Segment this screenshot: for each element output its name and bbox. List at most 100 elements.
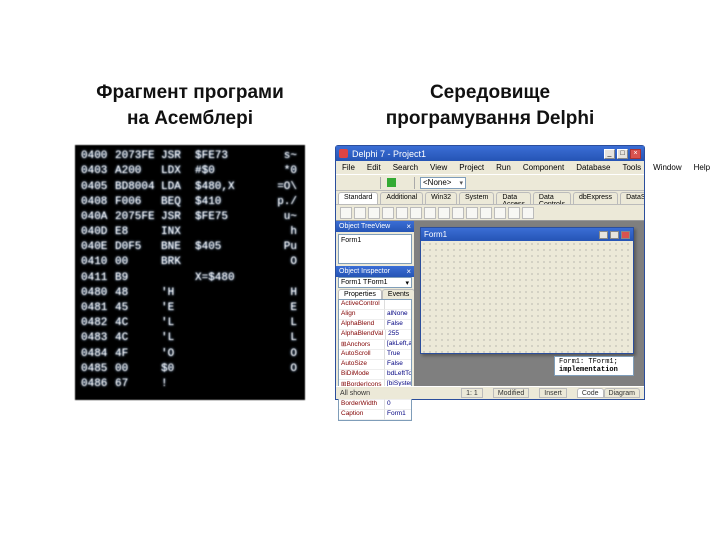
chevron-down-icon: ▾ bbox=[405, 279, 409, 287]
palette-component[interactable] bbox=[424, 207, 436, 219]
view-tab-code[interactable]: Code bbox=[577, 388, 604, 398]
palette-tab-data-access[interactable]: Data Access bbox=[496, 192, 531, 204]
menu-help[interactable]: Help bbox=[692, 162, 712, 173]
form-titlebar[interactable]: Form1 bbox=[421, 228, 633, 241]
status-modified: Modified bbox=[493, 388, 529, 398]
palette-component[interactable] bbox=[382, 207, 394, 219]
toolbar-separator bbox=[380, 177, 382, 189]
property-row[interactable]: ⊞Anchors[akLeft,akTop] bbox=[339, 340, 411, 350]
asm-row: 048048'HH bbox=[81, 286, 299, 301]
palette-tab-data-controls[interactable]: Data Controls bbox=[533, 192, 571, 204]
component-palette bbox=[336, 205, 644, 221]
close-button[interactable]: × bbox=[630, 149, 641, 159]
status-insert-mode: Insert bbox=[539, 388, 567, 398]
asm-row: 048500$0O bbox=[81, 362, 299, 377]
palette-component[interactable] bbox=[396, 207, 408, 219]
view-tab-diagram[interactable]: Diagram bbox=[604, 388, 640, 398]
palette-component[interactable] bbox=[494, 207, 506, 219]
inspector-property-grid[interactable]: ActiveControlAlignalNoneAlphaBlendFalseA… bbox=[338, 299, 412, 421]
palette-component[interactable] bbox=[508, 207, 520, 219]
palette-tab-additional[interactable]: Additional bbox=[380, 192, 423, 204]
code-line-2: implementation bbox=[559, 366, 618, 374]
component-palette-tabs: StandardAdditionalWin32SystemData Access… bbox=[336, 191, 644, 205]
object-tree-label: Object TreeView bbox=[339, 223, 390, 230]
menu-database[interactable]: Database bbox=[574, 162, 612, 173]
open-icon[interactable] bbox=[352, 177, 363, 188]
palette-component[interactable] bbox=[340, 207, 352, 219]
palette-component[interactable] bbox=[480, 207, 492, 219]
close-icon[interactable]: × bbox=[406, 267, 411, 276]
tree-root-node[interactable]: Form1 bbox=[341, 237, 361, 244]
property-row[interactable]: AlignalNone bbox=[339, 310, 411, 320]
inspector-combo[interactable]: Form1 TForm1 ▾ bbox=[338, 277, 412, 288]
form-combo-value: <None> bbox=[423, 178, 451, 187]
object-inspector-title[interactable]: Object Inspector × bbox=[336, 266, 414, 277]
property-row[interactable]: BorderWidth0 bbox=[339, 400, 411, 410]
asm-row: 0405BD8004LDA$480,X=O\ bbox=[81, 180, 299, 195]
property-row[interactable]: CaptionForm1 bbox=[339, 410, 411, 420]
property-row[interactable]: AutoSizeFalse bbox=[339, 360, 411, 370]
menu-view[interactable]: View bbox=[428, 162, 449, 173]
designer-area: Form1 Form1: TForm1; implementation bbox=[414, 221, 644, 386]
form-designer-window[interactable]: Form1 bbox=[420, 227, 634, 354]
palette-component[interactable] bbox=[354, 207, 366, 219]
palette-component[interactable] bbox=[466, 207, 478, 219]
asm-row: 0411B9X=$480 bbox=[81, 271, 299, 286]
menu-edit[interactable]: Edit bbox=[365, 162, 383, 173]
minimize-button[interactable]: _ bbox=[604, 149, 615, 159]
toolbar-separator bbox=[414, 177, 416, 189]
palette-component[interactable] bbox=[452, 207, 464, 219]
palette-tab-system[interactable]: System bbox=[459, 192, 494, 204]
status-allshown: All shown bbox=[340, 390, 370, 397]
save-icon[interactable] bbox=[365, 177, 376, 188]
palette-component[interactable] bbox=[368, 207, 380, 219]
property-row[interactable]: BiDiModebdLeftToRight bbox=[339, 370, 411, 380]
asm-row: 040DE8INXh bbox=[81, 225, 299, 240]
palette-tab-dbexpress[interactable]: dbExpress bbox=[573, 192, 618, 204]
inspector-combo-value: Form1 TForm1 bbox=[341, 279, 388, 286]
asm-row: 041000BRKO bbox=[81, 255, 299, 270]
close-icon[interactable]: × bbox=[406, 222, 411, 231]
palette-tab-win32[interactable]: Win32 bbox=[425, 192, 457, 204]
assembler-column: Фрагмент програмина Асемблері 04002073FE… bbox=[75, 80, 305, 400]
minimize-button[interactable] bbox=[599, 231, 608, 239]
palette-component[interactable] bbox=[522, 207, 534, 219]
asm-row: 0403A200LDX#$0*0 bbox=[81, 164, 299, 179]
form-combo[interactable]: <None> ▾ bbox=[420, 177, 466, 189]
maximize-button[interactable] bbox=[610, 231, 619, 239]
asm-row: 0408F006BEQ$410p./ bbox=[81, 195, 299, 210]
palette-tab-standard[interactable]: Standard bbox=[338, 192, 378, 204]
window-buttons: _ □ × bbox=[604, 149, 641, 159]
inspector-tabs: PropertiesEvents bbox=[338, 289, 412, 299]
close-button[interactable] bbox=[621, 231, 630, 239]
pause-icon[interactable] bbox=[399, 177, 410, 188]
menu-search[interactable]: Search bbox=[391, 162, 420, 173]
menu-run[interactable]: Run bbox=[494, 162, 513, 173]
property-row[interactable]: AlphaBlendVal255 bbox=[339, 330, 411, 340]
assembler-listing: 04002073FEJSR$FE73s~0403A200LDX#$0*00405… bbox=[75, 145, 305, 400]
status-caret-pos: 1: 1 bbox=[461, 388, 483, 398]
menu-file[interactable]: File bbox=[340, 162, 357, 173]
run-icon[interactable] bbox=[386, 177, 397, 188]
titlebar[interactable]: Delphi 7 - Project1 _ □ × bbox=[336, 146, 644, 161]
asm-row: 048667! bbox=[81, 377, 299, 392]
form-design-surface[interactable] bbox=[421, 241, 633, 353]
object-inspector-label: Object Inspector bbox=[339, 268, 390, 275]
property-row[interactable]: ActiveControl bbox=[339, 300, 411, 310]
property-row[interactable]: AutoScrollTrue bbox=[339, 350, 411, 360]
palette-component[interactable] bbox=[410, 207, 422, 219]
palette-component[interactable] bbox=[438, 207, 450, 219]
object-tree[interactable]: Form1 bbox=[338, 234, 412, 264]
menu-tools[interactable]: Tools bbox=[620, 162, 643, 173]
menu-window[interactable]: Window bbox=[651, 162, 683, 173]
maximize-button[interactable]: □ bbox=[617, 149, 628, 159]
palette-tab-datasnap[interactable]: DataSnap bbox=[620, 192, 644, 204]
inspector-tab-properties[interactable]: Properties bbox=[338, 289, 382, 299]
code-editor-peek[interactable]: Form1: TForm1; implementation bbox=[554, 356, 634, 376]
new-icon[interactable] bbox=[339, 177, 350, 188]
menu-project[interactable]: Project bbox=[457, 162, 486, 173]
object-tree-title[interactable]: Object TreeView × bbox=[336, 221, 414, 232]
menu-component[interactable]: Component bbox=[521, 162, 566, 173]
property-row[interactable]: AlphaBlendFalse bbox=[339, 320, 411, 330]
inspector-tab-events[interactable]: Events bbox=[382, 289, 415, 299]
